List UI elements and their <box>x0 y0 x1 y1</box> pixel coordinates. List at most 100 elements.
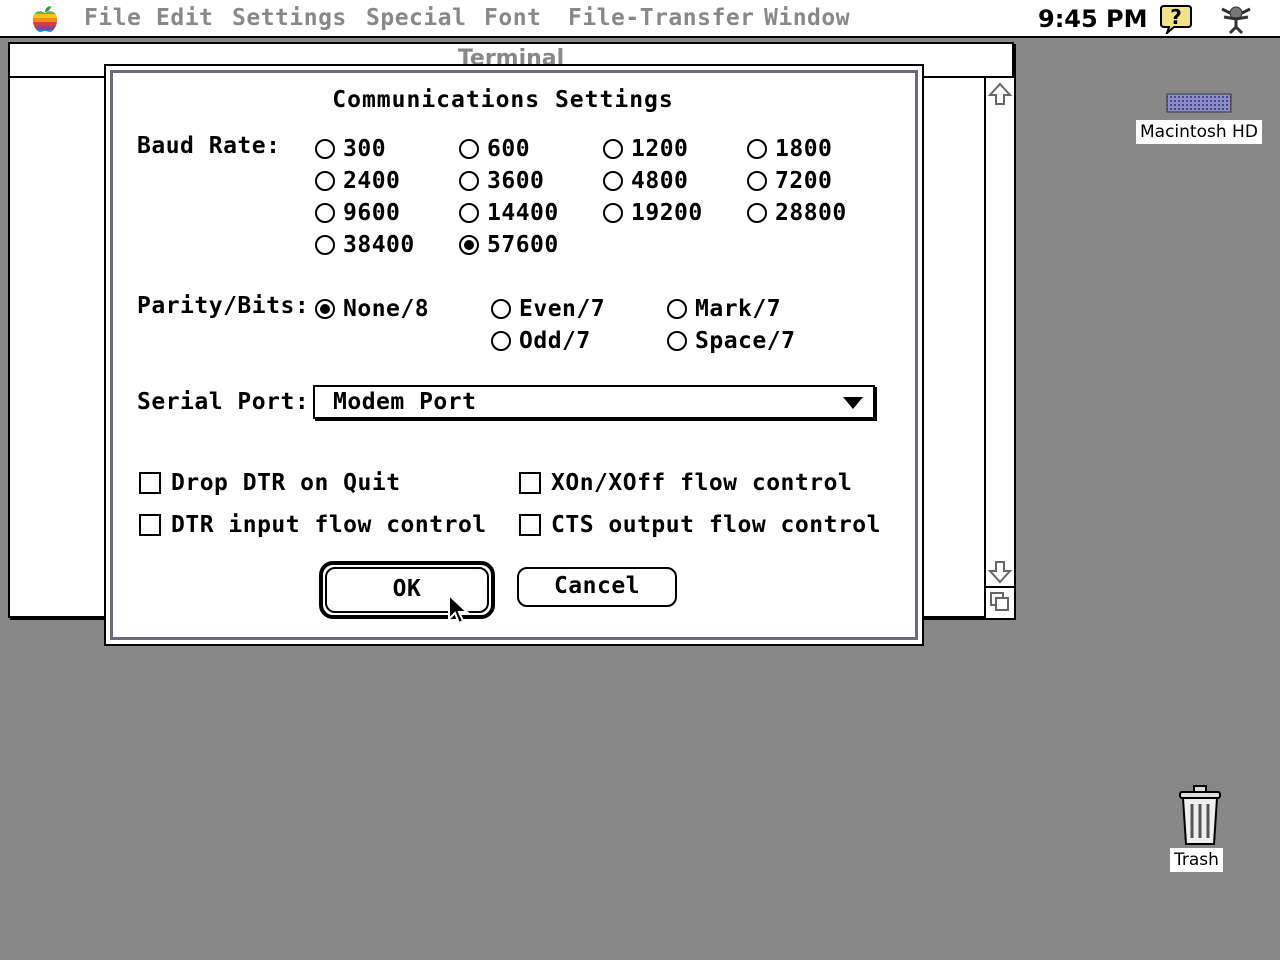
communications-settings-dialog: Communications Settings Baud Rate: 300 6… <box>104 64 924 646</box>
baud-radio-7200[interactable]: 7200 <box>747 167 832 195</box>
radio-label: 1200 <box>631 136 689 162</box>
radio-button[interactable] <box>603 203 623 223</box>
parity-radio-none-8[interactable]: None/8 <box>315 295 429 323</box>
radio-label: 300 <box>343 136 387 162</box>
radio-button[interactable] <box>667 331 687 351</box>
menu-font[interactable]: Font <box>484 4 541 32</box>
checkbox-label: CTS output flow control <box>551 512 881 538</box>
radio-button[interactable] <box>315 139 335 159</box>
radio-label: 4800 <box>631 168 689 194</box>
baud-radio-1200[interactable]: 1200 <box>603 135 688 163</box>
baud-radio-57600[interactable]: 57600 <box>459 231 559 259</box>
baud-radio-4800[interactable]: 4800 <box>603 167 688 195</box>
checkbox-box[interactable] <box>519 472 541 494</box>
trash-icon[interactable] <box>1174 782 1226 846</box>
parity-radio-space-7[interactable]: Space/7 <box>667 327 795 355</box>
checkbox-box[interactable] <box>139 514 161 536</box>
radio-button[interactable] <box>747 139 767 159</box>
checkbox-label: Drop DTR on Quit <box>171 470 401 496</box>
radio-button[interactable] <box>315 235 335 255</box>
baud-radio-28800[interactable]: 28800 <box>747 199 847 227</box>
xon-xoff-checkbox[interactable]: XOn/XOff flow control <box>519 469 852 497</box>
menu-special[interactable]: Special <box>366 4 466 32</box>
arrow-cursor-icon <box>448 593 469 625</box>
menu-file-transfer[interactable]: File-Transfer <box>568 4 755 32</box>
apple-menu-icon[interactable] <box>30 5 60 33</box>
radio-label: 28800 <box>775 200 847 226</box>
window-resize-box[interactable] <box>984 586 1014 618</box>
radio-button[interactable] <box>459 203 479 223</box>
baud-radio-2400[interactable]: 2400 <box>315 167 400 195</box>
radio-label: Mark/7 <box>695 296 782 322</box>
radio-label: 19200 <box>631 200 703 226</box>
svg-text:?: ? <box>1170 5 1182 29</box>
radio-label: 7200 <box>775 168 833 194</box>
menu-bar: File Edit Settings Special Font File-Tra… <box>0 0 1280 38</box>
radio-button[interactable] <box>667 299 687 319</box>
baud-radio-300[interactable]: 300 <box>315 135 386 163</box>
radio-label: 38400 <box>343 232 415 258</box>
serial-port-popup[interactable]: Modem Port <box>313 385 875 419</box>
radio-button-selected[interactable] <box>459 235 479 255</box>
hard-disk-label[interactable]: Macintosh HD <box>1136 120 1262 144</box>
radio-label: 14400 <box>487 200 559 226</box>
scroll-down-arrow-icon[interactable] <box>986 556 1014 586</box>
hard-disk-icon[interactable] <box>1166 92 1234 114</box>
radio-label: 600 <box>487 136 531 162</box>
checkbox-box[interactable] <box>519 514 541 536</box>
trash-label[interactable]: Trash <box>1170 848 1223 872</box>
radio-button[interactable] <box>747 171 767 191</box>
baud-radio-19200[interactable]: 19200 <box>603 199 703 227</box>
checkbox-box[interactable] <box>139 472 161 494</box>
baud-radio-38400[interactable]: 38400 <box>315 231 415 259</box>
radio-button[interactable] <box>491 299 511 319</box>
radio-label: 9600 <box>343 200 401 226</box>
radio-label: Space/7 <box>695 328 796 354</box>
radio-button[interactable] <box>603 139 623 159</box>
menu-window[interactable]: Window <box>764 4 850 32</box>
menu-file[interactable]: File <box>84 4 141 32</box>
radio-button-selected[interactable] <box>315 299 335 319</box>
radio-button[interactable] <box>747 203 767 223</box>
baud-radio-1800[interactable]: 1800 <box>747 135 832 163</box>
baud-radio-600[interactable]: 600 <box>459 135 530 163</box>
baud-rate-label: Baud Rate: <box>137 133 281 159</box>
parity-radio-mark-7[interactable]: Mark/7 <box>667 295 781 323</box>
radio-button[interactable] <box>459 139 479 159</box>
radio-button[interactable] <box>603 171 623 191</box>
vertical-scrollbar[interactable] <box>984 78 1014 618</box>
radio-label: None/8 <box>343 296 430 322</box>
radio-button[interactable] <box>315 171 335 191</box>
menu-clock: 9:45 PM <box>1038 5 1148 33</box>
radio-label: 2400 <box>343 168 401 194</box>
drop-dtr-checkbox[interactable]: Drop DTR on Quit <box>139 469 401 497</box>
radio-label: 3600 <box>487 168 545 194</box>
application-menu-icon[interactable] <box>1216 3 1256 35</box>
dialog-frame: Communications Settings Baud Rate: 300 6… <box>110 70 918 640</box>
baud-radio-14400[interactable]: 14400 <box>459 199 559 227</box>
baud-radio-9600[interactable]: 9600 <box>315 199 400 227</box>
baud-radio-3600[interactable]: 3600 <box>459 167 544 195</box>
balloon-help-icon[interactable]: ? <box>1160 4 1192 34</box>
parity-bits-label: Parity/Bits: <box>137 293 310 319</box>
popup-triangle-icon <box>843 397 863 409</box>
checkbox-label: DTR input flow control <box>171 512 487 538</box>
parity-radio-odd-7[interactable]: Odd/7 <box>491 327 591 355</box>
resize-icon <box>990 592 1009 611</box>
radio-button[interactable] <box>315 203 335 223</box>
dtr-input-flow-checkbox[interactable]: DTR input flow control <box>139 511 487 539</box>
cancel-button[interactable]: Cancel <box>517 567 677 607</box>
cts-output-flow-checkbox[interactable]: CTS output flow control <box>519 511 881 539</box>
checkbox-label: XOn/XOff flow control <box>551 470 853 496</box>
menu-edit[interactable]: Edit <box>156 4 213 32</box>
scroll-up-arrow-icon[interactable] <box>986 80 1014 110</box>
radio-label: 1800 <box>775 136 833 162</box>
radio-button[interactable] <box>459 171 479 191</box>
radio-label: Even/7 <box>519 296 606 322</box>
menu-settings[interactable]: Settings <box>232 4 347 32</box>
serial-port-label: Serial Port: <box>137 389 310 415</box>
serial-port-value: Modem Port <box>333 389 477 415</box>
radio-label: Odd/7 <box>519 328 591 354</box>
parity-radio-even-7[interactable]: Even/7 <box>491 295 605 323</box>
radio-button[interactable] <box>491 331 511 351</box>
